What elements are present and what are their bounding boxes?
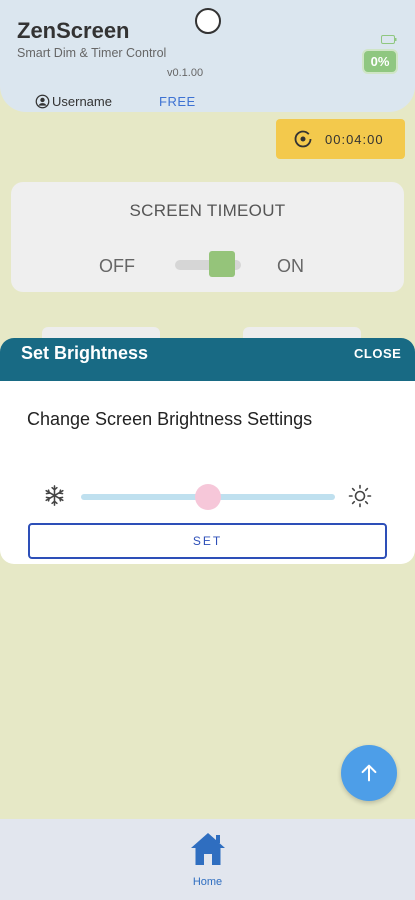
screen-timeout-title: SCREEN TIMEOUT bbox=[129, 201, 286, 220]
app-subtitle: Smart Dim & Timer Control bbox=[17, 46, 167, 60]
user-profile[interactable]: Username bbox=[35, 94, 112, 109]
home-icon[interactable] bbox=[189, 831, 227, 867]
app-version: v0.1.00 bbox=[167, 67, 204, 79]
timer-button[interactable]: 00:04:00 bbox=[276, 119, 405, 159]
timeout-off-label: OFF bbox=[99, 256, 135, 276]
account-circle-icon bbox=[35, 94, 50, 109]
brightness-modal-body: Change Screen Brightness Settings SET bbox=[0, 381, 415, 564]
scroll-top-button[interactable] bbox=[341, 745, 397, 801]
sun-icon bbox=[348, 484, 372, 508]
close-button[interactable]: CLOSE bbox=[354, 346, 401, 361]
battery-percent-badge: 0% bbox=[362, 49, 398, 74]
snowflake-icon bbox=[45, 485, 64, 506]
set-button[interactable]: SET bbox=[28, 523, 387, 559]
bottom-navigation: Home bbox=[0, 819, 415, 900]
timer-icon bbox=[294, 130, 312, 148]
plan-badge[interactable]: FREE bbox=[159, 94, 196, 109]
nav-item-home[interactable]: Home bbox=[0, 876, 415, 888]
camera-notch bbox=[195, 8, 221, 34]
timeout-on-label: ON bbox=[277, 256, 304, 276]
brightness-modal-header: Set Brightness CLOSE bbox=[0, 338, 415, 381]
brightness-slider-thumb[interactable] bbox=[195, 484, 221, 510]
arrow-up-icon bbox=[361, 764, 377, 782]
toggle-thumb[interactable] bbox=[209, 251, 235, 277]
app-title: ZenScreen bbox=[17, 18, 130, 43]
battery-icon bbox=[381, 35, 397, 44]
modal-title: Set Brightness bbox=[21, 343, 149, 363]
app-header: ZenScreen Smart Dim & Timer Control v0.1… bbox=[0, 0, 415, 112]
screen-timeout-card: SCREEN TIMEOUT OFF ON bbox=[11, 182, 404, 292]
modal-subtitle: Change Screen Brightness Settings bbox=[27, 409, 313, 429]
timer-value: 00:04:00 bbox=[325, 131, 384, 147]
username: Username bbox=[52, 94, 112, 109]
